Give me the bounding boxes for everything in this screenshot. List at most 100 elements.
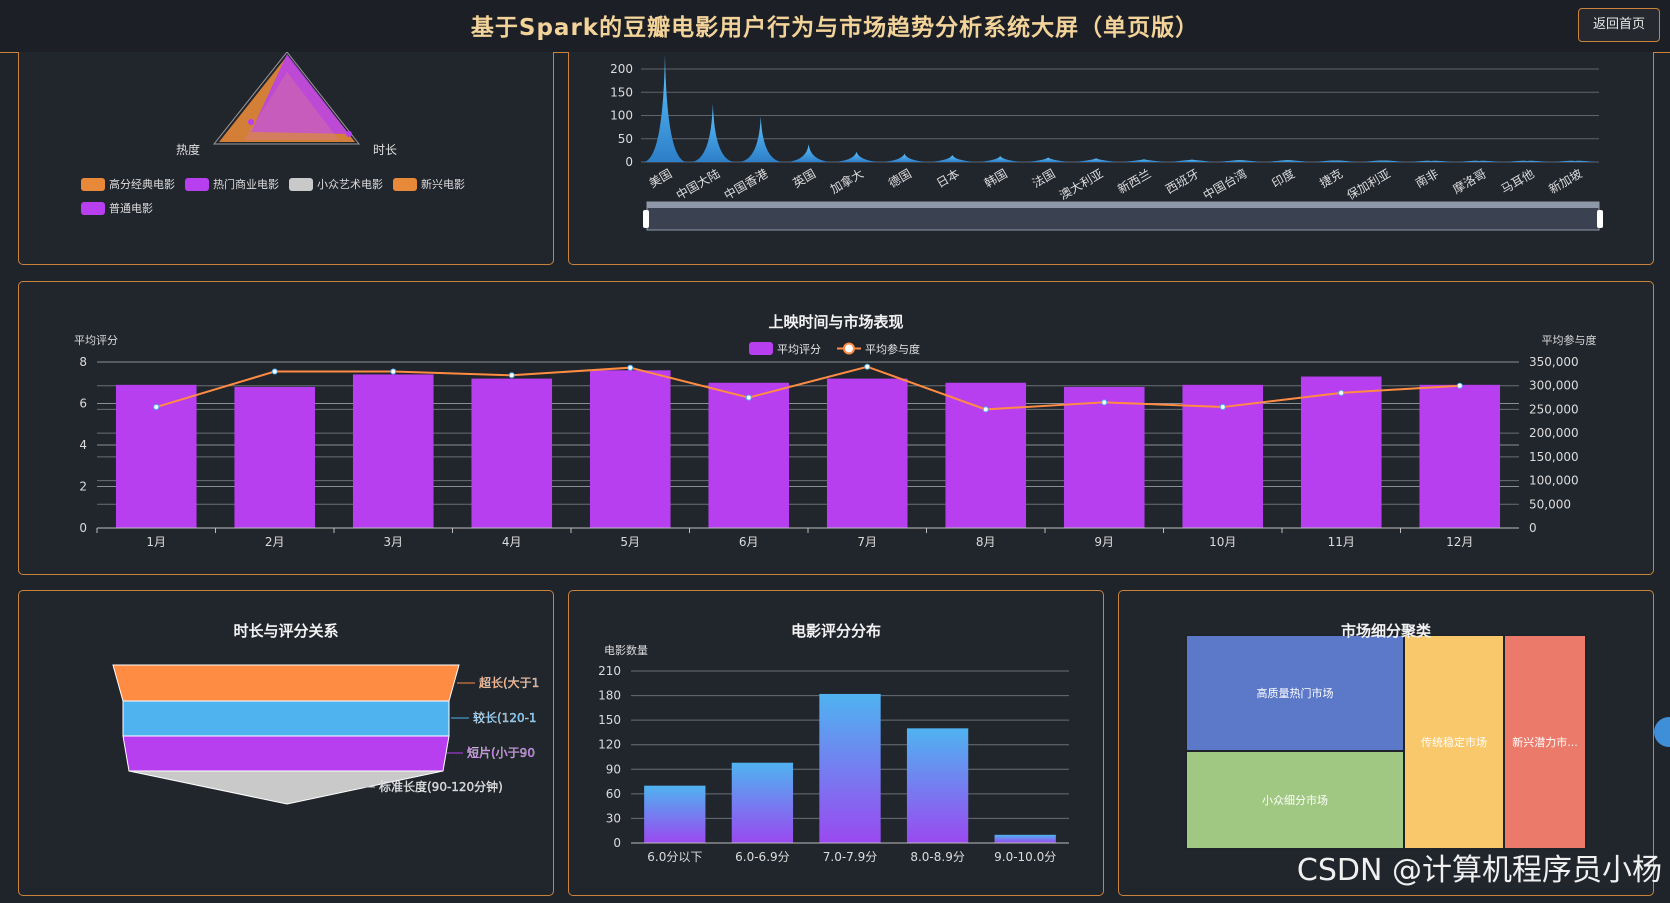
release-right-tick: 250,000	[1529, 402, 1579, 416]
region-x-label: 中国台湾	[1200, 166, 1249, 203]
region-spike[interactable]	[1026, 157, 1070, 162]
dist-y-tick: 210	[598, 664, 621, 678]
engagement-point[interactable]	[1456, 382, 1463, 389]
region-spike[interactable]	[691, 103, 735, 162]
engagement-point[interactable]	[1101, 399, 1108, 406]
rating-dist-panel: 电影评分分布 电影数量 210 180 150 120 90 60 30 0 6.0分以下 6.0-6…	[568, 590, 1104, 896]
region-x-label: 德国	[886, 166, 914, 191]
region-x-label: 加拿大	[827, 166, 866, 197]
radar-chart: 热度 时长	[176, 51, 397, 157]
funnel-layer[interactable]	[122, 700, 450, 737]
release-bar[interactable]	[826, 378, 908, 528]
radar-axis-heat: 热度	[176, 142, 200, 157]
legend-line-swatch[interactable]	[843, 342, 855, 355]
release-x-label: 10月	[1209, 535, 1236, 549]
dist-bar[interactable]	[644, 785, 706, 843]
dist-bar[interactable]	[819, 693, 881, 843]
legend-item[interactable]: 普通电影	[81, 200, 153, 216]
rating-dist-chart: 电影评分分布电影数量 210 180 150 120 90 60 30 0 6.0分以下 6.0-6…	[598, 622, 1069, 864]
engagement-point[interactable]	[627, 364, 634, 371]
release-bar[interactable]	[708, 382, 790, 528]
dist-x-label: 6.0分以下	[647, 850, 702, 864]
treemap-label: 小众细分市场	[1262, 793, 1328, 807]
engagement-point[interactable]	[1338, 389, 1345, 396]
engagement-point[interactable]	[153, 404, 160, 411]
legend-bar-label: 平均评分	[777, 343, 821, 356]
page-title: 基于Spark的豆瓣电影用户行为与市场趋势分析系统大屏（单页版）	[470, 15, 1200, 41]
region-spike[interactable]	[1313, 160, 1358, 162]
region-x-label: 英国	[790, 166, 818, 190]
engagement-point[interactable]	[745, 394, 752, 401]
segment-title: 市场细分聚类	[1341, 622, 1432, 640]
region-spike[interactable]	[643, 55, 687, 162]
release-bar[interactable]	[234, 386, 316, 528]
funnel-label: 标准长度(90-120分钟)	[379, 779, 503, 794]
region-spike[interactable]	[1122, 159, 1166, 162]
dist-y-tick: 0	[613, 836, 621, 850]
funnel-layer[interactable]	[122, 735, 450, 772]
legend-item[interactable]: 小众艺术电影	[289, 176, 383, 192]
release-left-tick: 6	[79, 397, 87, 411]
release-bar[interactable]	[352, 374, 434, 528]
region-spike[interactable]	[1457, 160, 1501, 162]
release-right-axis-label: 平均参与度	[1542, 333, 1597, 347]
region-x-label: 摩洛哥	[1450, 166, 1489, 197]
release-bar[interactable]	[1419, 384, 1501, 528]
zoom-handle-left[interactable]	[643, 210, 649, 228]
region-spike[interactable]	[1266, 160, 1310, 162]
funnel-label: 较长(120-1	[473, 710, 537, 725]
legend-item[interactable]: 热门商业电影	[185, 176, 279, 192]
legend-item[interactable]: 高分经典电影	[81, 176, 175, 192]
release-bar[interactable]	[1063, 386, 1145, 528]
side-float-button[interactable]	[1654, 717, 1670, 747]
dist-y-tick: 30	[606, 811, 621, 825]
release-left-tick: 4	[79, 438, 87, 452]
engagement-point[interactable]	[508, 372, 515, 379]
region-spike[interactable]	[1505, 160, 1549, 162]
engagement-point[interactable]	[982, 406, 989, 413]
release-left-tick: 2	[79, 480, 87, 494]
back-home-button[interactable]: 返回首页	[1578, 8, 1660, 42]
release-bar[interactable]	[471, 378, 553, 528]
engagement-point[interactable]	[1219, 404, 1226, 411]
funnel-layer[interactable]	[112, 664, 460, 702]
release-bar[interactable]	[945, 382, 1027, 528]
duration-funnel-chart: 时长与评分关系超长(大于1 较长(120-1 短片(小于90 标准长度(90-120分…	[112, 622, 539, 805]
dist-y-tick: 180	[598, 689, 621, 703]
region-spike[interactable]	[1074, 158, 1118, 162]
region-spike[interactable]	[1218, 160, 1262, 162]
dist-title: 电影评分分布	[791, 622, 881, 640]
region-spike[interactable]	[1553, 160, 1597, 162]
region-spike[interactable]	[978, 155, 1022, 162]
funnel-label: 短片(小于90	[467, 746, 535, 760]
dist-x-label: 6.0-6.9分	[735, 850, 790, 864]
engagement-point[interactable]	[864, 363, 871, 370]
legend-item[interactable]: 新兴电影	[393, 176, 465, 192]
region-spike[interactable]	[787, 144, 831, 162]
duration-title: 时长与评分关系	[233, 622, 338, 640]
radar-axis-duration: 时长	[373, 143, 397, 157]
dist-bar[interactable]	[731, 762, 794, 843]
region-spike[interactable]	[1409, 160, 1453, 162]
engagement-point[interactable]	[271, 368, 278, 375]
region-spike[interactable]	[1170, 159, 1214, 162]
region-spike[interactable]	[1361, 160, 1406, 162]
legend-bar-swatch[interactable]	[749, 342, 773, 355]
region-chart: 200150100500美国 中国大陆 中国香港 英国 加拿大 德国 日本 韩国 法国 澳大利亚新…	[610, 55, 1603, 231]
release-bar[interactable]	[1300, 376, 1382, 528]
release-right-tick: 150,000	[1529, 450, 1579, 464]
release-panel: 上映时间与市场表现 平均评分 平均参与度 平均评分 平均参与度 8 6 4 2 0 350,000 3…	[18, 281, 1654, 575]
zoom-handle-right[interactable]	[1597, 210, 1603, 228]
release-x-label: 2月	[265, 535, 285, 549]
engagement-point[interactable]	[390, 368, 397, 375]
release-bar[interactable]	[589, 370, 671, 528]
dist-bar[interactable]	[994, 834, 1056, 843]
header-bar: 基于Spark的豆瓣电影用户行为与市场趋势分析系统大屏（单页版） 返回首页	[0, 0, 1670, 53]
region-x-label: 马耳他	[1498, 166, 1536, 196]
region-spike[interactable]	[834, 151, 879, 162]
release-right-tick: 200,000	[1529, 426, 1579, 440]
region-spike[interactable]	[882, 153, 927, 162]
release-title: 上映时间与市场表现	[768, 313, 903, 331]
region-spike[interactable]	[930, 155, 974, 162]
dist-bar[interactable]	[906, 728, 969, 843]
